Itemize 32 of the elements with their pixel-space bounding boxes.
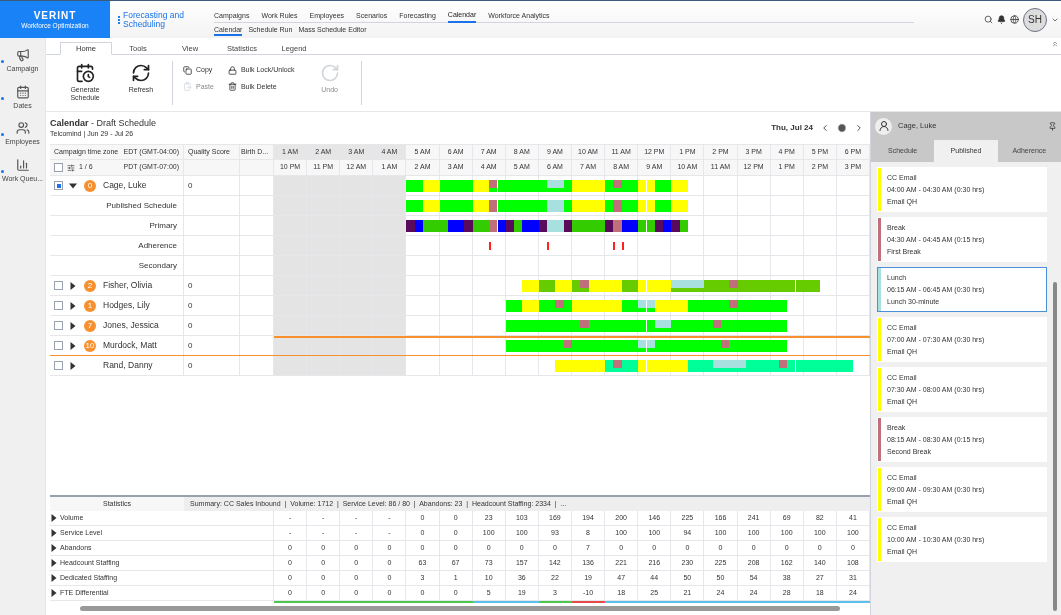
schedule-row-label: Published Schedule — [106, 199, 178, 212]
current-date: Thu, Jul 24 — [771, 122, 813, 134]
calendar-title: Calendar - Draft Schedule — [50, 118, 157, 129]
schedule-row[interactable]: Rand, Danny 0 — [50, 356, 870, 376]
schedule-row-label: Primary — [149, 219, 178, 232]
schedule-row[interactable]: 2 Fisher, Olivia 0 — [50, 276, 870, 296]
quality-score: 0 — [188, 279, 193, 292]
employee-name[interactable]: Hodges, Lily — [103, 299, 150, 312]
quality-score: 0 — [188, 299, 193, 312]
count-badge: 7 — [84, 319, 96, 332]
app-title: Forecasting and Scheduling — [123, 10, 185, 29]
employee-name[interactable]: Fisher, Olivia — [103, 279, 153, 292]
quality-score: 0 — [188, 339, 193, 352]
schedule-row[interactable]: 10 Murdock, Matt 0 — [50, 336, 870, 356]
employee-name[interactable]: Murdock, Matt — [103, 339, 157, 352]
count-badge: 1 — [84, 299, 96, 312]
employee-name[interactable]: Jones, Jessica — [103, 319, 159, 332]
count-badge: 10 — [83, 339, 97, 352]
employee-name[interactable]: Cage, Luke — [103, 179, 147, 192]
user-avatar[interactable]: SH — [1023, 7, 1047, 32]
count-badge: 2 — [84, 279, 96, 292]
quality-score: 0 — [188, 319, 193, 332]
quality-score: 0 — [188, 179, 193, 192]
employee-name[interactable]: Rand, Danny — [103, 359, 153, 372]
schedule-row-label: Adherence — [138, 239, 178, 252]
schedule-row[interactable]: 0 Cage, Luke 0 — [50, 176, 870, 196]
quality-score: 0 — [188, 359, 193, 372]
brand-logo[interactable]: VERINT — [33, 9, 77, 21]
schedule-row[interactable]: 1 Hodges, Lily 0 — [50, 296, 870, 316]
schedule-row[interactable]: 7 Jones, Jessica 0 — [50, 316, 870, 336]
schedule-row-label: Secondary — [138, 259, 178, 272]
count-badge: 0 — [84, 179, 96, 192]
